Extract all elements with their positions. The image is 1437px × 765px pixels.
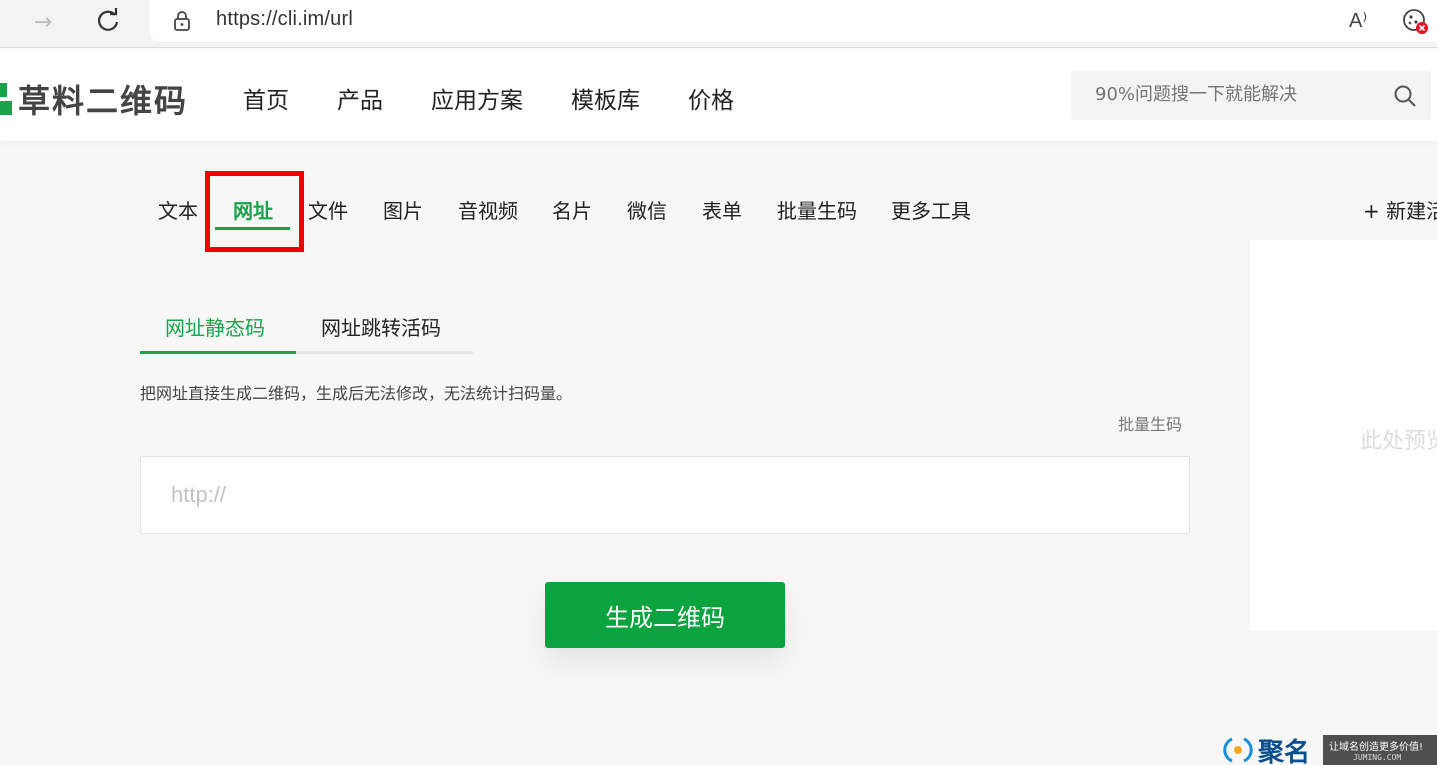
tracking-prevention-icon[interactable] bbox=[1402, 7, 1430, 35]
logo-mark-icon bbox=[0, 81, 12, 117]
watermark-strip: 让域名创造更多价值! JUMING.COM bbox=[1323, 735, 1437, 765]
tab-more-tools[interactable]: 更多工具 bbox=[891, 195, 971, 224]
tab-form[interactable]: 表单 bbox=[702, 195, 742, 224]
tab-image[interactable]: 图片 bbox=[383, 195, 423, 224]
nav-item-solutions[interactable]: 应用方案 bbox=[431, 81, 523, 115]
preview-placeholder-text: 此处预览 bbox=[1360, 429, 1437, 454]
logo-text: 草料二维码 bbox=[18, 82, 189, 120]
search-input[interactable] bbox=[1095, 84, 1385, 105]
tab-text[interactable]: 文本 bbox=[158, 195, 198, 224]
main-nav: 首页 产品 应用方案 模板库 价格 bbox=[243, 81, 782, 115]
site-header: 草料二维码 首页 产品 应用方案 模板库 价格 bbox=[0, 49, 1437, 141]
lock-icon[interactable] bbox=[172, 10, 192, 32]
read-aloud-icon[interactable]: A⁾ bbox=[1349, 8, 1367, 33]
sub-tabs: 网址静态码 网址跳转活码 bbox=[140, 310, 473, 354]
watermark-logo-text: 聚名 bbox=[1258, 738, 1311, 765]
refresh-icon[interactable] bbox=[93, 6, 123, 36]
url-input[interactable] bbox=[140, 456, 1190, 534]
nav-item-products[interactable]: 产品 bbox=[337, 81, 383, 115]
annotation-highlight-box bbox=[205, 171, 304, 252]
browser-toolbar: → https://cli.im/url A⁾ bbox=[0, 0, 1437, 48]
nav-item-home[interactable]: 首页 bbox=[243, 81, 289, 115]
generate-qr-button[interactable]: 生成二维码 bbox=[545, 582, 785, 648]
qr-preview-panel: 此处预览 bbox=[1250, 240, 1437, 630]
tab-batch[interactable]: 批量生码 bbox=[777, 195, 857, 224]
tab-business-card[interactable]: 名片 bbox=[552, 195, 592, 224]
tab-redirect-live-code[interactable]: 网址跳转活码 bbox=[321, 312, 441, 341]
address-bar-url[interactable]: https://cli.im/url bbox=[216, 8, 353, 31]
forward-arrow-icon[interactable]: → bbox=[28, 8, 58, 38]
site-search bbox=[1071, 71, 1431, 120]
tab-audio-video[interactable]: 音视频 bbox=[458, 195, 518, 224]
sub-tab-underline bbox=[140, 351, 296, 354]
tab-wechat[interactable]: 微信 bbox=[627, 195, 667, 224]
site-logo[interactable]: 草料二维码 bbox=[0, 79, 189, 120]
tab-static-url-code[interactable]: 网址静态码 bbox=[165, 312, 265, 341]
watermark-domain: JUMING.COM bbox=[1353, 753, 1402, 762]
form-description: 把网址直接生成二维码，生成后无法修改，无法统计扫码量。 bbox=[140, 384, 573, 403]
new-live-code-link[interactable]: + 新建活 bbox=[1363, 195, 1437, 224]
watermark: 聚名 让域名创造更多价值! JUMING.COM bbox=[1222, 732, 1437, 765]
nav-item-pricing[interactable]: 价格 bbox=[688, 81, 734, 115]
watermark-slogan: 让域名创造更多价值! bbox=[1329, 742, 1424, 753]
batch-generate-link[interactable]: 批量生码 bbox=[1118, 411, 1182, 435]
tab-file[interactable]: 文件 bbox=[308, 195, 348, 224]
search-icon[interactable] bbox=[1393, 84, 1417, 108]
watermark-logo-icon bbox=[1223, 737, 1253, 763]
nav-item-templates[interactable]: 模板库 bbox=[571, 81, 640, 115]
